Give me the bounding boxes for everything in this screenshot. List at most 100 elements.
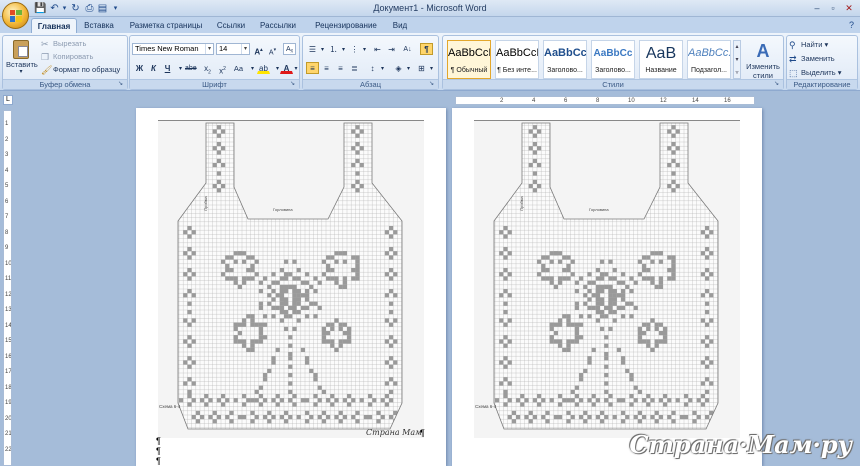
- replace-label: Заменить: [801, 54, 835, 63]
- shrink-font-icon[interactable]: A▾: [266, 43, 279, 56]
- styles-scroll[interactable]: ▴ ▾ ▿: [733, 40, 741, 79]
- borders-icon[interactable]: ⊞: [415, 62, 428, 74]
- sort-icon[interactable]: А↓: [401, 43, 414, 55]
- ruler-tick: 20: [5, 415, 12, 422]
- clipboard-icon: [13, 40, 29, 59]
- style-name: ¶ Без инте...: [497, 67, 537, 74]
- paragraph-mark-icon: ¶: [156, 436, 161, 446]
- highlight-icon[interactable]: ab: [257, 62, 270, 74]
- horizontal-ruler[interactable]: 2 4 6 8 10 12 14 16: [455, 96, 755, 105]
- strikethrough-icon[interactable]: abe: [184, 62, 197, 74]
- borders-dropdown-icon[interactable]: ▾: [428, 62, 435, 74]
- numbering-dropdown-icon[interactable]: ▾: [340, 43, 347, 55]
- ruler-tick: 16: [724, 98, 731, 104]
- clear-formatting-icon[interactable]: Aᵪ: [283, 43, 296, 55]
- font-group-label: Шрифт: [130, 79, 299, 89]
- change-case-icon[interactable]: Aa: [232, 62, 245, 74]
- office-button[interactable]: [2, 2, 29, 29]
- chevron-down-icon: ▾: [205, 44, 213, 54]
- font-color-dropdown-icon[interactable]: ▾: [292, 62, 300, 74]
- select-icon: ⬚: [789, 68, 798, 79]
- subscript-icon[interactable]: x2: [201, 62, 214, 76]
- style-no-spacing[interactable]: AaBbCcI ¶ Без инте...: [495, 40, 539, 79]
- filet-crochet-chart: [493, 122, 719, 430]
- neckline-label: Горловина: [589, 207, 609, 212]
- align-left-icon[interactable]: ≡: [306, 62, 319, 74]
- bold-icon[interactable]: Ж: [133, 62, 146, 74]
- close-icon[interactable]: ✕: [842, 2, 856, 14]
- paste-button[interactable]: Вставить ▾: [6, 38, 38, 78]
- tab-mailings[interactable]: Рассылки: [254, 18, 302, 33]
- tab-stop-selector[interactable]: L: [3, 95, 13, 105]
- bullets-icon[interactable]: ☰: [306, 43, 319, 55]
- maximize-icon[interactable]: ▫: [826, 2, 840, 14]
- style-heading-2[interactable]: AaBbCc Заголово...: [591, 40, 635, 79]
- font-launcher-icon[interactable]: ↘: [290, 81, 297, 88]
- document-page-2[interactable]: Горловина Пройма Схема 6-4: [452, 108, 762, 466]
- style-subtitle[interactable]: AaBbCc. Подзагол...: [687, 40, 731, 79]
- find-label: Найти: [801, 40, 823, 49]
- italic-icon[interactable]: К: [147, 62, 160, 74]
- align-right-icon[interactable]: ≡: [334, 62, 347, 74]
- ruler-tick: 1: [5, 121, 9, 127]
- style-preview: AaBbCc: [544, 47, 587, 59]
- increase-indent-icon[interactable]: ⇥: [385, 43, 398, 55]
- find-button[interactable]: ⚲ Найти ▾: [789, 39, 828, 50]
- tab-review[interactable]: Рецензирование: [305, 18, 387, 33]
- style-name: Заголово...: [595, 67, 631, 74]
- clipboard-launcher-icon[interactable]: ↘: [118, 81, 125, 88]
- bullets-dropdown-icon[interactable]: ▾: [319, 43, 326, 55]
- ruler-tick: 5: [5, 183, 9, 189]
- copy-icon: ❐: [41, 52, 50, 63]
- style-heading-1[interactable]: AaBbCc Заголово...: [543, 40, 587, 79]
- minimize-icon[interactable]: –: [810, 2, 824, 14]
- ruler-tick: 19: [5, 400, 12, 406]
- numbering-icon[interactable]: ⒈: [327, 43, 340, 55]
- cut-label: Вырезать: [53, 39, 87, 48]
- paragraph-launcher-icon[interactable]: ↘: [429, 81, 436, 88]
- tab-view[interactable]: Вид: [386, 18, 414, 33]
- font-name-combo[interactable]: Times New Roman ▾: [132, 43, 214, 55]
- tab-home[interactable]: Главная: [31, 18, 77, 33]
- copy-button[interactable]: ❐ Копировать: [41, 51, 93, 62]
- underline-icon[interactable]: Ч: [161, 62, 174, 74]
- align-center-icon[interactable]: ≡: [320, 62, 333, 74]
- style-title[interactable]: AaB Название: [639, 40, 683, 79]
- document-page-1[interactable]: Горловина Пройма Схема 6-4 Страна Мам ¶ …: [136, 108, 446, 466]
- format-painter-button[interactable]: 🖌Формат по образцу: [41, 64, 120, 75]
- style-name: Заголово...: [547, 67, 583, 74]
- shading-dropdown-icon[interactable]: ▾: [405, 62, 412, 74]
- tab-insert[interactable]: Вставка: [79, 18, 119, 33]
- replace-button[interactable]: ⇄ Заменить: [789, 53, 835, 64]
- style-normal[interactable]: AaBbCcI ¶ Обычный: [447, 40, 491, 79]
- cut-button[interactable]: ✂ Вырезать: [41, 38, 86, 49]
- paragraph-mark-icon: ¶: [156, 446, 161, 456]
- ruler-tick: 8: [5, 229, 9, 236]
- window-title: Документ1 - Microsoft Word: [373, 3, 487, 13]
- change-styles-button[interactable]: A Изменить стили: [743, 40, 783, 82]
- help-icon[interactable]: ?: [849, 20, 854, 30]
- styles-launcher-icon[interactable]: ↘: [774, 81, 781, 88]
- paste-label: Вставить: [6, 60, 38, 69]
- font-size-combo[interactable]: 14 ▾: [216, 43, 250, 55]
- show-marks-icon[interactable]: ¶: [420, 43, 433, 55]
- select-button[interactable]: ⬚ Выделить ▾: [789, 67, 841, 78]
- multilevel-list-icon[interactable]: ⋮: [348, 43, 361, 55]
- line-spacing-icon[interactable]: ↕: [366, 62, 379, 74]
- grow-font-icon[interactable]: A▴: [252, 43, 265, 57]
- tab-references[interactable]: Ссылки: [211, 18, 251, 33]
- tab-page-layout[interactable]: Разметка страницы: [124, 18, 208, 33]
- shading-icon[interactable]: ◈: [392, 62, 405, 74]
- multilevel-dropdown-icon[interactable]: ▾: [361, 43, 368, 55]
- superscript-icon[interactable]: x2: [216, 62, 229, 76]
- line-spacing-dropdown-icon[interactable]: ▾: [379, 62, 386, 74]
- neckline-label: Горловина: [273, 207, 293, 212]
- justify-icon[interactable]: ≣: [348, 62, 361, 74]
- title-bar: 💾 ↶ ▾ ↻ ⎙ ▤ ▾ Документ1 - Microsoft Word…: [0, 0, 860, 17]
- clipboard-group: Вставить ▾ ✂ Вырезать ❐ Копировать 🖌Формат…: [2, 35, 128, 90]
- decrease-indent-icon[interactable]: ⇤: [371, 43, 384, 55]
- chart-body: [493, 122, 719, 430]
- ruler-tick: 15: [5, 338, 12, 344]
- style-preview: AaB: [645, 45, 677, 62]
- vertical-ruler[interactable]: 1 2 3 4 5 6 7 8 9 10 11 12 13 14 15 16 17 18 19 20 21 22: [3, 110, 12, 466]
